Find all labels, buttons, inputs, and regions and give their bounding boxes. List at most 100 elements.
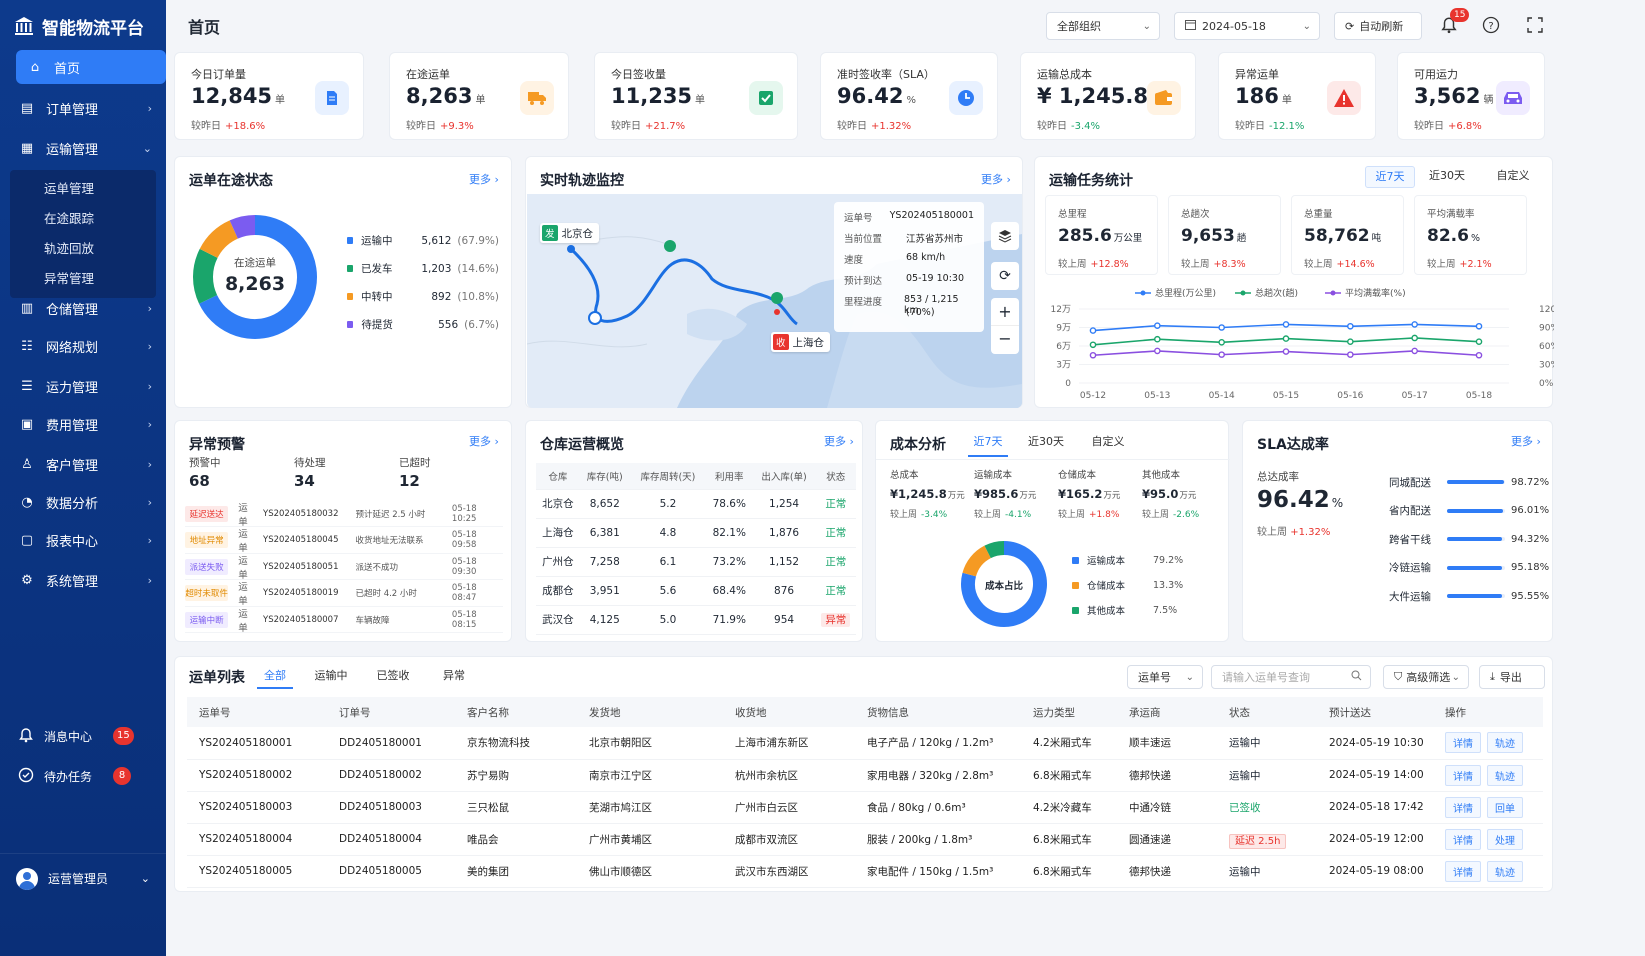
order-action-button[interactable]: 轨迹 [1487,732,1523,754]
origin-marker[interactable]: 发 北京仓 [540,223,600,243]
kpi-card[interactable]: 在途运单 8,263 单较昨日 +9.3% [389,52,569,140]
submenu-item[interactable]: 轨迹回放 [10,234,156,264]
kpi-card[interactable]: 准时签收率（SLA） 96.42% 较昨日 +1.32% [820,52,998,140]
refresh-map-icon[interactable]: ⟳ [991,262,1019,290]
alert-row[interactable]: 派送失败 运单 YS202405180051 派送不成功 05-18 09:30 [185,554,503,581]
order-cell: YS202405180002 [187,759,327,792]
order-search-input[interactable]: 请输入运单号查询 [1211,665,1371,689]
zoom-in-icon[interactable]: + [991,298,1019,326]
notification-bell-icon[interactable]: 15 [1438,8,1470,36]
submenu-item[interactable]: 异常管理 [10,264,156,294]
warehouse-more-link[interactable]: 更多 › [824,433,854,449]
alert-row[interactable]: 地址异常 运单 YS202405180045 收货地址无法联系 05-18 09:58 [185,528,503,554]
help-icon[interactable]: ? [1480,14,1502,36]
submenu-item[interactable]: 运单管理 [10,174,156,204]
warehouse-cell: 正常 [816,576,856,605]
order-row[interactable]: YS202405180005 DD2405180005 美的集团 佛山市顺德区 武汉市东… [187,855,1543,888]
order-tab[interactable]: 全部 [257,667,293,689]
alert-time: 05-18 09:58 [451,530,477,550]
cost-stat-compare: 较上周 -3.4% [890,507,970,520]
org-select[interactable]: 全部组织 ⌄ [1046,12,1160,40]
bell-icon [18,727,34,746]
warehouse-row[interactable]: 北京仓 8,652 5.2 78.6% 1,254 正常 [536,489,856,518]
zoom-out-icon[interactable]: − [991,326,1019,354]
order-tab[interactable]: 异常 [439,667,469,689]
chart-legend-item: 总趟次(趟) [1235,287,1298,299]
cost-tab[interactable]: 近30天 [1026,433,1066,457]
refresh-icon: ⟳ [1345,19,1355,33]
order-filter-select[interactable]: 运单号 ⌄ [1127,665,1203,689]
order-cell: DD2405180005 [327,855,455,888]
kpi-card[interactable]: 今日订单量 12,845 单较昨日 +18.6% [174,52,364,140]
order-row[interactable]: YS202405180002 DD2405180002 苏宁易购 南京市江宁区 杭州市余… [187,759,1543,792]
kpi-card[interactable]: 异常运单 186 单较昨日 -12.1% [1218,52,1376,140]
order-detail-button[interactable]: 详情 [1445,860,1481,882]
advanced-filter-button[interactable]: ⛉ 高级筛选 ⌄ [1383,665,1469,689]
message-center[interactable]: 消息中心 15 [0,716,166,756]
submenu-item[interactable]: 在途跟踪 [10,204,156,234]
sidebar-item-9[interactable]: ▢ 报表中心 › [0,520,166,560]
task-tab[interactable]: 自定义 [1491,166,1535,188]
order-detail-button[interactable]: 详情 [1445,828,1481,850]
warehouse-row[interactable]: 广州仓 7,258 6.1 73.2% 1,152 正常 [536,547,856,576]
auto-refresh-button[interactable]: ⟳ 自动刷新 [1334,12,1422,40]
order-detail-button[interactable]: 详情 [1445,796,1481,818]
task-stat-label: 总趟次 [1181,209,1210,220]
order-action-button[interactable]: 轨迹 [1487,764,1523,786]
order-action-button[interactable]: 轨迹 [1487,860,1523,882]
order-status-cell: 已签收 [1217,791,1317,824]
export-label: 导出 [1499,671,1522,684]
warehouse-row[interactable]: 成都仓 3,951 5.6 68.4% 876 正常 [536,576,856,605]
cost-tab[interactable]: 近7天 [968,433,1008,457]
warehouse-cell: 71.9% [712,613,746,626]
sla-more-link[interactable]: 更多 › [1511,433,1541,449]
order-row[interactable]: YS202405180003 DD2405180003 三只松鼠 芜湖市鸠江区 广州市白… [187,791,1543,824]
alert-row[interactable]: 运输中断 运单 YS202405180007 车辆故障 05-18 08:15 [185,607,503,634]
export-button[interactable]: ⤓ 导出 [1479,665,1545,689]
kpi-card[interactable]: 可用运力 3,562 辆较昨日 +6.8% [1397,52,1545,140]
alert-row[interactable]: 超时未取件 运单 YS202405180019 已超时 4.2 小时 05-18 08:… [185,581,503,607]
order-action-button[interactable]: 回单 [1487,796,1523,818]
sidebar-item-6[interactable]: ▣ 费用管理 › [0,404,166,444]
sidebar-item-10[interactable]: ⚙ 系统管理 › [0,560,166,600]
sidebar-item-4[interactable]: ☷ 网络规划 › [0,326,166,366]
kpi-card[interactable]: 今日签收量 11,235 单较昨日 +21.7% [594,52,798,140]
order-row[interactable]: YS202405180001 DD2405180001 京东物流科技 北京市朝阳区 上海… [187,727,1543,760]
warehouse-row[interactable]: 武汉仓 4,125 5.0 71.9% 954 异常 [536,605,856,634]
warehouse-status: 异常 [821,613,851,627]
task-tab[interactable]: 近7天 [1365,166,1415,188]
app-logo[interactable]: 智能物流平台 [0,0,166,52]
warehouse-cell: 正常 [816,547,856,576]
sidebar-item-7[interactable]: ♙ 客户管理 › [0,444,166,484]
sidebar-item-2[interactable]: ▦ 运输管理 ⌄ [0,128,166,168]
sidebar-item-1[interactable]: ▤ 订单管理 › [0,88,166,128]
order-detail-button[interactable]: 详情 [1445,764,1481,786]
user-menu[interactable]: 运营管理员 ⌄ [0,853,166,903]
alert-more-link[interactable]: 更多 › [469,433,499,449]
layers-icon[interactable] [991,222,1019,250]
sidebar-item-0[interactable]: ⌂ 首页 [16,50,166,84]
order-row[interactable]: YS202405180004 DD2405180004 唯品会 广州市黄埔区 成都市双流… [187,823,1543,856]
order-action-button[interactable]: 处理 [1487,828,1523,850]
order-tab[interactable]: 已签收 [375,667,411,689]
legend-swatch [1072,556,1079,564]
order-cell: 成都市双流区 [723,823,855,856]
order-actions: 详情 回单 [1433,791,1543,824]
warehouse-row[interactable]: 上海仓 6,381 4.8 82.1% 1,876 正常 [536,518,856,547]
kpi-card[interactable]: 运输总成本¥ 1,245.8万元较昨日-3.4% [1020,52,1196,140]
todo-tasks[interactable]: 待办任务 8 [0,756,166,796]
shipment-status-more-link[interactable]: 更多 › [469,171,499,187]
cost-stat-delta: -2.6% [1173,510,1200,520]
order-detail-button[interactable]: 详情 [1445,732,1481,754]
order-tab[interactable]: 运输中 [313,667,349,689]
sidebar-item-8[interactable]: ◔ 数据分析 › [0,482,166,522]
alert-row[interactable]: 延迟送达 运单 YS202405180032 预计延迟 2.5 小时 05-18 10:… [185,501,503,528]
task-tab[interactable]: 近30天 [1425,166,1469,188]
cost-tab[interactable]: 自定义 [1088,433,1128,457]
destination-marker[interactable]: 收 上海仓 [771,332,831,352]
tracking-map[interactable]: 发 北京仓 收 上海仓 运单号 YS202405180001 当前位置 江苏省苏州市速… [527,194,1022,408]
tracking-more-link[interactable]: 更多 › [981,171,1011,187]
date-picker[interactable]: 2024-05-18 ⌄ [1174,12,1320,40]
sidebar-item-5[interactable]: ☰ 运力管理 › [0,366,166,406]
fullscreen-icon[interactable] [1524,14,1546,36]
